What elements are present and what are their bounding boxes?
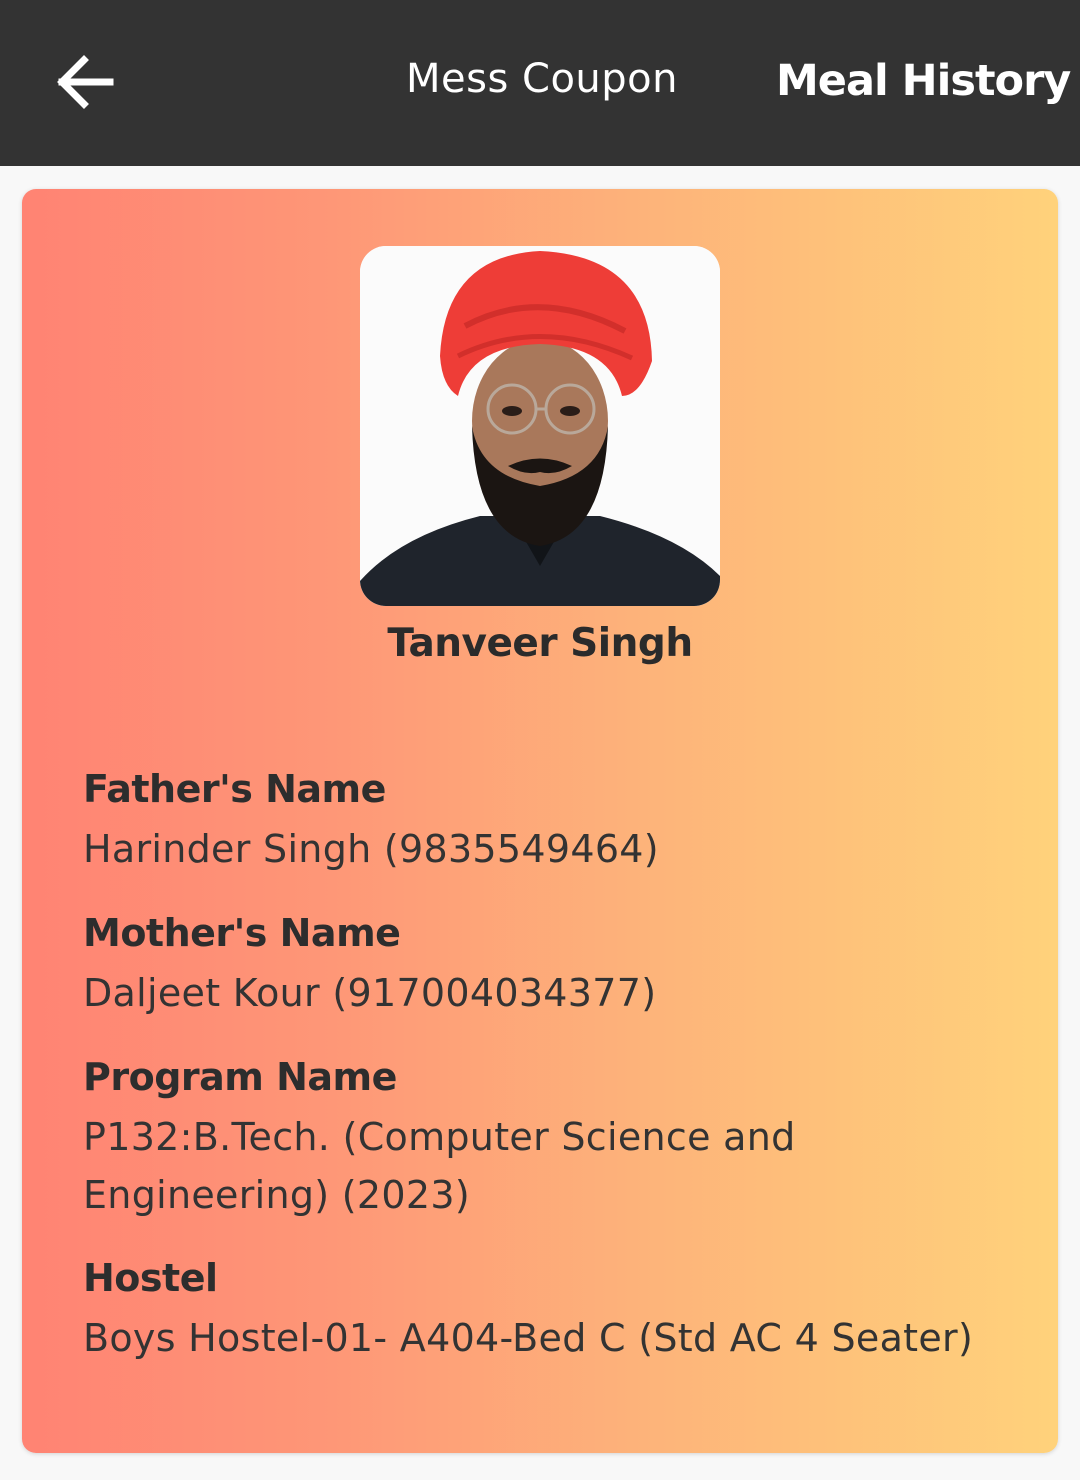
field-label: Program Name <box>83 1055 397 1099</box>
field-value: Boys Hostel-01- A404-Bed C (Std AC 4 Sea… <box>83 1316 974 1360</box>
field-value: Harinder Singh (9835549464) <box>83 827 659 871</box>
program-name-field: Program Name P132:B.Tech. (Computer Scie… <box>83 1054 1043 1224</box>
field-label: Hostel <box>83 1256 218 1300</box>
field-value: P132:B.Tech. (Computer Science and Engin… <box>83 1115 796 1217</box>
mother-name-field: Mother's Name Daljeet Kour (917004034377… <box>83 910 1043 1022</box>
app-header: Mess Coupon Meal History <box>0 0 1080 166</box>
tab-mess-coupon[interactable]: Mess Coupon <box>406 56 678 102</box>
student-photo <box>360 246 720 606</box>
tab-meal-history[interactable]: Meal History <box>776 56 1071 106</box>
arrow-left-icon <box>57 55 114 109</box>
hostel-field: Hostel Boys Hostel-01- A404-Bed C (Std A… <box>83 1255 1043 1367</box>
field-label: Mother's Name <box>83 911 401 955</box>
student-name: Tanveer Singh <box>387 621 693 666</box>
back-button[interactable] <box>50 52 116 112</box>
father-name-field: Father's Name Harinder Singh (9835549464… <box>83 766 1043 878</box>
student-profile-card: Tanveer Singh Father's Name Harinder Sin… <box>22 189 1058 1453</box>
field-value: Daljeet Kour (917004034377) <box>83 971 657 1015</box>
field-label: Father's Name <box>83 767 386 811</box>
